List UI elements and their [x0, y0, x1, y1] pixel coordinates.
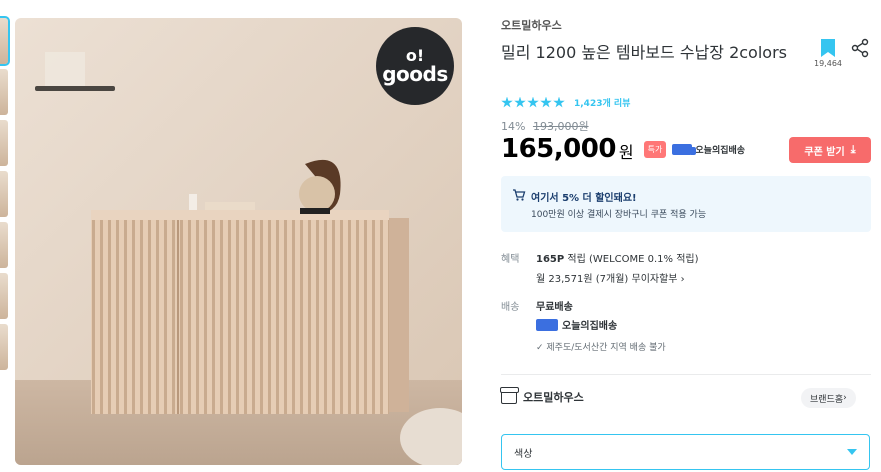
bookmark-count: 19,464: [814, 59, 842, 68]
rating: 1,423개 리뷰: [501, 96, 630, 109]
chevron-right-icon: ›: [843, 393, 847, 403]
promo-title: 여기서 5% 더 할인돼요!: [531, 193, 637, 204]
shipping-label: 배송: [501, 302, 520, 313]
brand-link[interactable]: 오트밀하우스: [501, 17, 562, 33]
thumbnail[interactable]: [0, 120, 8, 166]
bookmark-button[interactable]: 19,464: [814, 39, 842, 68]
delivery-badge-label: 오늘의집배송: [695, 145, 746, 156]
sale-price: 165,000: [501, 134, 616, 164]
download-icon: ⤓: [850, 143, 856, 156]
star-icon: [527, 96, 539, 108]
promo-subtitle: 100만원 이상 결제시 장바구니 쿠폰 적용 가능: [531, 210, 707, 220]
points-detail: 적립 (WELCOME 0.1% 적립): [567, 254, 699, 265]
store-name: 오트밀하우스: [523, 391, 584, 404]
thumbnail[interactable]: [0, 171, 8, 217]
points-info: 165P 적립 (WELCOME 0.1% 적립): [536, 250, 699, 265]
brand-home-label: 브랜드홈: [810, 394, 844, 405]
star-icon: [501, 96, 513, 108]
brand-home-button[interactable]: 브랜드홈 ›: [801, 388, 856, 408]
brand-badge-logo: o! goods: [376, 27, 454, 105]
free-shipping: 무료배송: [536, 302, 573, 313]
store-link[interactable]: 오트밀하우스: [500, 387, 584, 405]
shipping-note-text: 제주도/도서산간 지역 배송 불가: [546, 343, 666, 353]
thumbnail[interactable]: [0, 69, 8, 115]
store-icon: [500, 387, 519, 404]
thumbnail[interactable]: [0, 16, 10, 66]
color-option-select[interactable]: 색상: [501, 434, 870, 470]
promo-banner: 여기서 5% 더 할인돼요! 100만원 이상 결제시 장바구니 쿠폰 적용 가…: [501, 176, 871, 232]
thumbnail[interactable]: [0, 324, 8, 370]
delivery-badge: 오늘의집배송: [672, 143, 745, 156]
star-icon: [540, 96, 552, 108]
benefit-label: 혜택: [501, 254, 520, 265]
discount-row: 14% 193,000원: [501, 118, 589, 134]
shipping-service: 오늘의집배송: [536, 317, 617, 332]
points-value: 165P: [536, 254, 565, 265]
color-option-value: 색상: [514, 448, 533, 460]
original-price: 193,000원: [532, 120, 589, 133]
special-badge: 특가: [643, 140, 667, 158]
star-icon: [514, 96, 526, 108]
price-row: 165,000 원 특가 오늘의집배송: [501, 134, 745, 164]
divider: [501, 374, 871, 375]
truck-icon: [536, 318, 558, 331]
shipping-note: ✓ 제주도/도서산간 지역 배송 불가: [536, 340, 666, 353]
star-icon: [553, 96, 565, 108]
product-image[interactable]: o! goods: [15, 18, 462, 465]
installment-text: 월 23,571원 (7개월) 무이자할부: [536, 274, 678, 285]
badge-line2: goods: [382, 62, 448, 86]
bookmark-icon: [821, 39, 835, 57]
coupon-button[interactable]: 쿠폰 받기 ⤓: [789, 137, 871, 163]
review-count-link[interactable]: 1,423개 리뷰: [574, 96, 630, 109]
thumbnail[interactable]: [0, 273, 8, 319]
shipping-service-label: 오늘의집배송: [562, 321, 618, 332]
thumbnail-strip: [0, 16, 10, 375]
chevron-down-icon: [847, 449, 857, 455]
chevron-right-icon: ›: [677, 274, 685, 285]
product-title: 밀리 1200 높은 템바보드 수납장 2colors: [501, 43, 787, 62]
check-icon: ✓: [536, 343, 547, 353]
installment-link[interactable]: 월 23,571원 (7개월) 무이자할부 ›: [536, 270, 685, 285]
coupon-button-label: 쿠폰 받기: [804, 146, 845, 158]
discount-rate: 14%: [501, 120, 526, 133]
truck-icon: [672, 143, 697, 155]
currency: 원: [618, 143, 634, 162]
share-icon[interactable]: [850, 38, 870, 58]
thumbnail[interactable]: [0, 222, 8, 268]
cart-icon: [513, 189, 526, 201]
